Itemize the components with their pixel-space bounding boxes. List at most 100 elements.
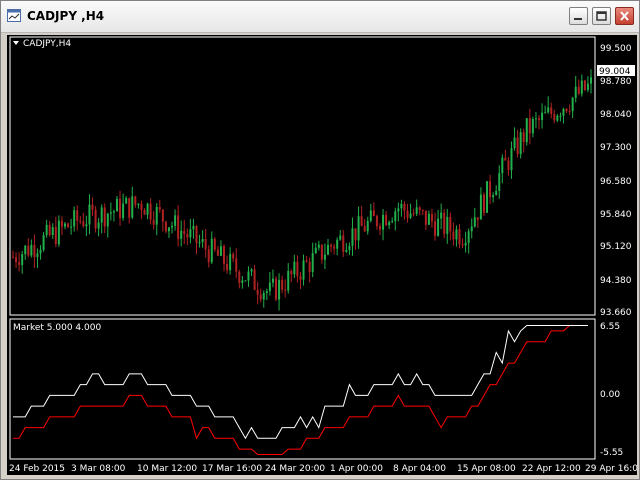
maximize-button[interactable] [592, 7, 611, 25]
minimize-button[interactable] [569, 7, 588, 25]
candle-body [164, 221, 167, 232]
candle-body [115, 198, 118, 212]
candle-body [149, 203, 152, 220]
candle-body [369, 210, 372, 221]
candle-body [134, 196, 137, 205]
candle-body [33, 244, 36, 258]
candle-body [311, 253, 314, 273]
indicator-line-red [13, 325, 588, 455]
candle-body [342, 235, 345, 252]
candle-body [186, 233, 189, 238]
candle-body [504, 157, 507, 161]
candle-body [143, 210, 146, 215]
candle-body [357, 216, 360, 241]
candle-body [421, 210, 424, 212]
candle-body [464, 242, 467, 246]
candle-body [452, 231, 455, 240]
candle-body [171, 225, 174, 228]
candle-body [235, 258, 238, 272]
price-axis: 99.500 98.780 98.040 97.300 96.580 95.84… [600, 44, 632, 318]
candle-body [97, 222, 100, 229]
time-label: 22 Apr 12:00 [522, 464, 581, 474]
candle-body [213, 238, 216, 250]
candle-body [577, 86, 580, 94]
candle-body [372, 210, 375, 217]
candle-body [24, 245, 27, 255]
candle-body [259, 294, 262, 300]
candle-body [12, 256, 14, 258]
candle-body [345, 249, 348, 252]
candle-body [39, 249, 42, 254]
candle-body [513, 137, 516, 149]
candle-body [275, 278, 278, 300]
candle-body [314, 247, 317, 254]
candle-body [424, 210, 427, 225]
candle-body [534, 118, 537, 120]
candle-body [247, 271, 250, 281]
candle-body [522, 132, 525, 143]
candle-body [140, 203, 143, 211]
time-label: 24 Mar 20:00 [265, 464, 325, 474]
price-tick: 94.380 [600, 276, 632, 286]
indicator-tick: 0.00 [600, 390, 620, 400]
candle-body [308, 261, 311, 273]
candle-body [553, 113, 556, 121]
candle-body [284, 289, 287, 291]
candle-body [198, 242, 201, 244]
symbol-label: CADJPY,H4 [23, 39, 71, 49]
indicator-series [13, 325, 588, 455]
candle-body [183, 230, 186, 234]
candle-body [167, 227, 170, 232]
time-label: 8 Apr 04:00 [393, 464, 446, 474]
candle-body [473, 217, 476, 227]
indicator-line-white [13, 325, 588, 440]
chart-canvas[interactable]: CADJPY,H4 Market 5.000 4.000 99.500 98.7… [7, 35, 640, 475]
candle-body [112, 211, 115, 213]
price-tick: 93.660 [600, 308, 632, 318]
candle-body [360, 216, 363, 226]
candle-body [538, 118, 541, 121]
candle-body [482, 194, 485, 213]
candle-body [82, 221, 85, 227]
candle-body [253, 269, 256, 290]
candle-body [556, 115, 559, 121]
candle-body [210, 238, 213, 263]
candle-body [574, 86, 577, 98]
minimize-icon [574, 18, 582, 20]
candle-body [232, 254, 235, 259]
candle-body [48, 224, 51, 236]
candle-body [27, 245, 30, 256]
candle-body [85, 224, 88, 227]
candle-body [278, 279, 281, 300]
candle-body [476, 217, 479, 220]
candle-body [229, 254, 232, 271]
close-button[interactable] [615, 7, 634, 25]
candle-body [351, 228, 354, 246]
title-bar[interactable]: CADJPY ,H4 [1, 1, 639, 33]
candle-body [18, 262, 21, 265]
candle-body [109, 212, 112, 214]
candle-body [125, 198, 128, 204]
candle-body [262, 293, 265, 300]
candle-body [510, 148, 513, 171]
main-pane-border [9, 36, 596, 316]
candle-body [265, 291, 268, 294]
candle-body [30, 244, 33, 256]
candle-body [525, 118, 528, 143]
dropdown-triangle-icon[interactable] [13, 41, 19, 45]
candle-body [238, 271, 241, 283]
candle-body [501, 157, 504, 174]
close-icon [620, 11, 629, 21]
candle-body [430, 214, 433, 222]
candle-body [91, 204, 94, 210]
candle-body [400, 203, 403, 209]
candle-body [146, 203, 149, 215]
candle-body [323, 254, 326, 260]
candle-body [547, 107, 550, 113]
chart-area[interactable]: CADJPY,H4 Market 5.000 4.000 99.500 98.7… [7, 35, 640, 475]
candle-body [223, 246, 226, 264]
candle-body [119, 198, 122, 219]
candle-body [287, 271, 290, 291]
candle-body [354, 228, 357, 241]
candle-body [106, 213, 109, 227]
